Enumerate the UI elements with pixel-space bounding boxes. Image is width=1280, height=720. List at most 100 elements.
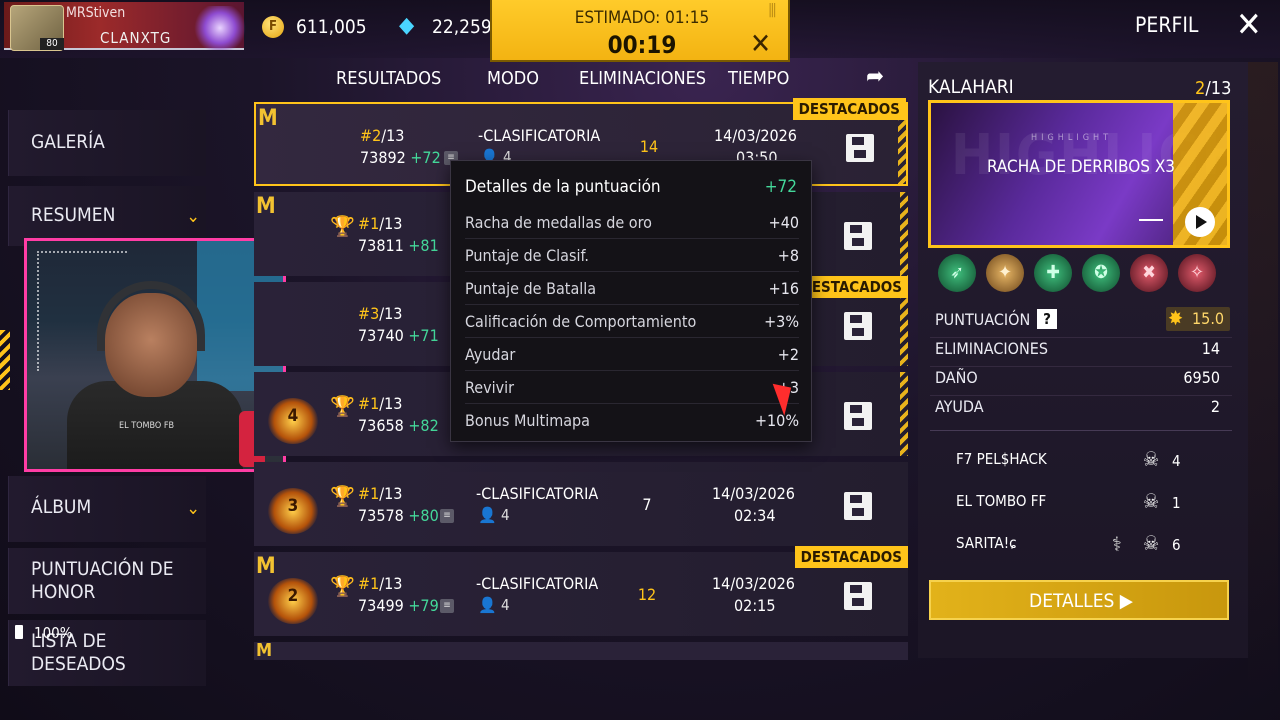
row-score: 73811 +81 [358,236,439,255]
destacados-badge: DESTACADOS [794,546,908,568]
details-button[interactable]: DETALLES ▶ [929,580,1229,620]
row-stripe [900,192,908,276]
tooltip-item: Puntaje de Clasif. +8 [465,242,799,272]
row-rank: #1/13 [358,574,403,593]
share-icon[interactable]: ➦ [866,62,900,90]
nav-label: RESUMEN [31,204,116,226]
row-stripe [898,104,906,184]
save-replay-icon[interactable] [844,492,872,520]
row-score: 73499 +79 [358,596,439,615]
decorative-stripe [0,330,10,390]
nav-label: PUNTUACIÓN DE HONOR [31,558,174,603]
tooltip-item-value: +2 [777,345,799,364]
destacados-badge: DESTACADOS [792,98,906,120]
nav-album[interactable]: ÁLBUM ⌄ [8,476,206,542]
row-rank: #1/13 [358,394,403,413]
match-timer: ESTIMADO: 01:15 00:19 ||| ✕ [490,0,790,62]
stat-value: 2 [1210,397,1220,416]
tooltip-item: Revivir +3 [465,374,799,404]
battery-icon [15,625,23,639]
teammate-name: EL TOMBO FF [956,492,1047,510]
chevron-down-icon: ⌄ [186,498,200,519]
divider [930,337,1232,338]
details-button-label: DETALLES ▶ [1029,590,1133,612]
match-row-partial[interactable]: M [254,640,908,661]
tooltip-item-label: Puntaje de Clasif. [465,246,589,265]
player-name: MRStiven [66,5,126,21]
battery-percent: 100% [34,624,73,642]
nav-label: GALERÍA [31,131,105,153]
row-score: 73578 +80 [358,506,439,525]
play-icon[interactable] [1185,207,1215,237]
gold-coin-icon: F [262,16,284,38]
corner-tag-icon: M [258,106,278,131]
header-tiempo: TIEMPO [728,68,790,89]
highlight-card[interactable]: HIGHLIGHT HIGHLIGHT RACHA DE DERRIBOS X3 [928,100,1230,248]
map-name: KALAHARI [928,76,1014,98]
save-replay-icon[interactable] [846,134,874,162]
medal-icon: ✦ [986,254,1024,292]
cancel-matchmaking-button[interactable]: ✕ [750,30,771,58]
diamond-value: 22,259 [432,16,492,38]
stat-label: PUNTUACIÓN [935,310,1031,329]
teammate-kills: 1 [1172,494,1181,512]
skull-icon: ☠ [1143,447,1160,471]
row-time: 02:34 [734,506,776,525]
tooltip-item-value: +10% [754,411,799,430]
teammate-name: F7 PEL$HACK [956,450,1047,468]
player-clan: CLANXTG [100,29,172,47]
timer-value: 00:19 [607,31,677,59]
header-modo: MODO [487,68,539,89]
stat-label: AYUDA [935,397,984,416]
divider [930,430,1232,431]
booyah-badge-icon: 3 [268,488,318,534]
row-date: 14/03/2026 [712,574,795,593]
row-rank: #1/13 [358,484,403,503]
chevron-down-icon: ⌄ [186,206,200,227]
rank-badge-icon [194,6,246,50]
row-rank: #3/13 [358,304,403,323]
tooltip-item-value: +16 [768,279,799,298]
row-stripe [900,372,908,456]
teammate-kills: 6 [1172,536,1181,554]
teammate-kills: 4 [1172,452,1181,470]
stat-value: 15.0 [1192,309,1225,328]
details-icon[interactable]: ≡ [440,509,454,523]
save-replay-icon[interactable] [844,582,872,610]
medal-icon: ✧ [1178,254,1216,292]
corner-tag-icon: M [256,554,276,579]
medal-icon: ✪ [1082,254,1120,292]
row-rank: #1/13 [358,214,403,233]
trophy-icon: 🏆 [330,574,355,598]
stat-label: ELIMINACIONES [935,339,1048,358]
save-replay-icon[interactable] [844,402,872,430]
help-icon[interactable]: ? [1037,309,1057,329]
details-icon[interactable]: ≡ [440,599,454,613]
match-row[interactable]: 3 🏆 #1/13 73578 +80 ≡ -CLASIFICATORIA 👤 … [254,462,908,546]
header-eliminaciones: ELIMINACIONES [579,68,707,89]
nav-resumen[interactable]: RESUMEN ⌄ [8,186,206,246]
player-level: 80 [40,38,64,50]
save-replay-icon[interactable] [844,222,872,250]
tooltip-item-value: +40 [768,213,799,232]
match-row[interactable]: M 2 🏆 #1/13 73499 +79 ≡ -CLASIFICATORIA … [254,546,908,636]
nav-label: ÁLBUM [31,496,92,518]
tooltip-total: +72 [764,177,797,197]
player-card[interactable]: 80 MRStiven CLANXTG [4,2,246,51]
webcam-overlay: EL TOMBO FB [24,238,286,472]
row-kills: 7 [642,495,652,514]
tooltip-item: Puntaje de Batalla +16 [465,275,799,305]
highlight-title: RACHA DE DERRIBOS X3 [986,157,1176,177]
match-index: 2/13 [1195,78,1232,99]
row-score: 73658 +82 [358,416,439,435]
tooltip-item-value: +8 [777,246,799,265]
corner-tag-icon: M [256,640,273,661]
close-icon[interactable]: ✕ [1236,8,1262,42]
timer-estimate: ESTIMADO: 01:15 [574,8,710,28]
save-replay-icon[interactable] [844,312,872,340]
highlight-label: HIGHLIGHT [1031,133,1113,143]
tooltip-item: Bonus Multimapa +10% [465,407,799,437]
nav-galeria[interactable]: GALERÍA [8,110,206,176]
nav-puntuacion-honor[interactable]: PUNTUACIÓN DE HONOR [8,548,206,614]
row-kills: 14 [639,137,659,156]
